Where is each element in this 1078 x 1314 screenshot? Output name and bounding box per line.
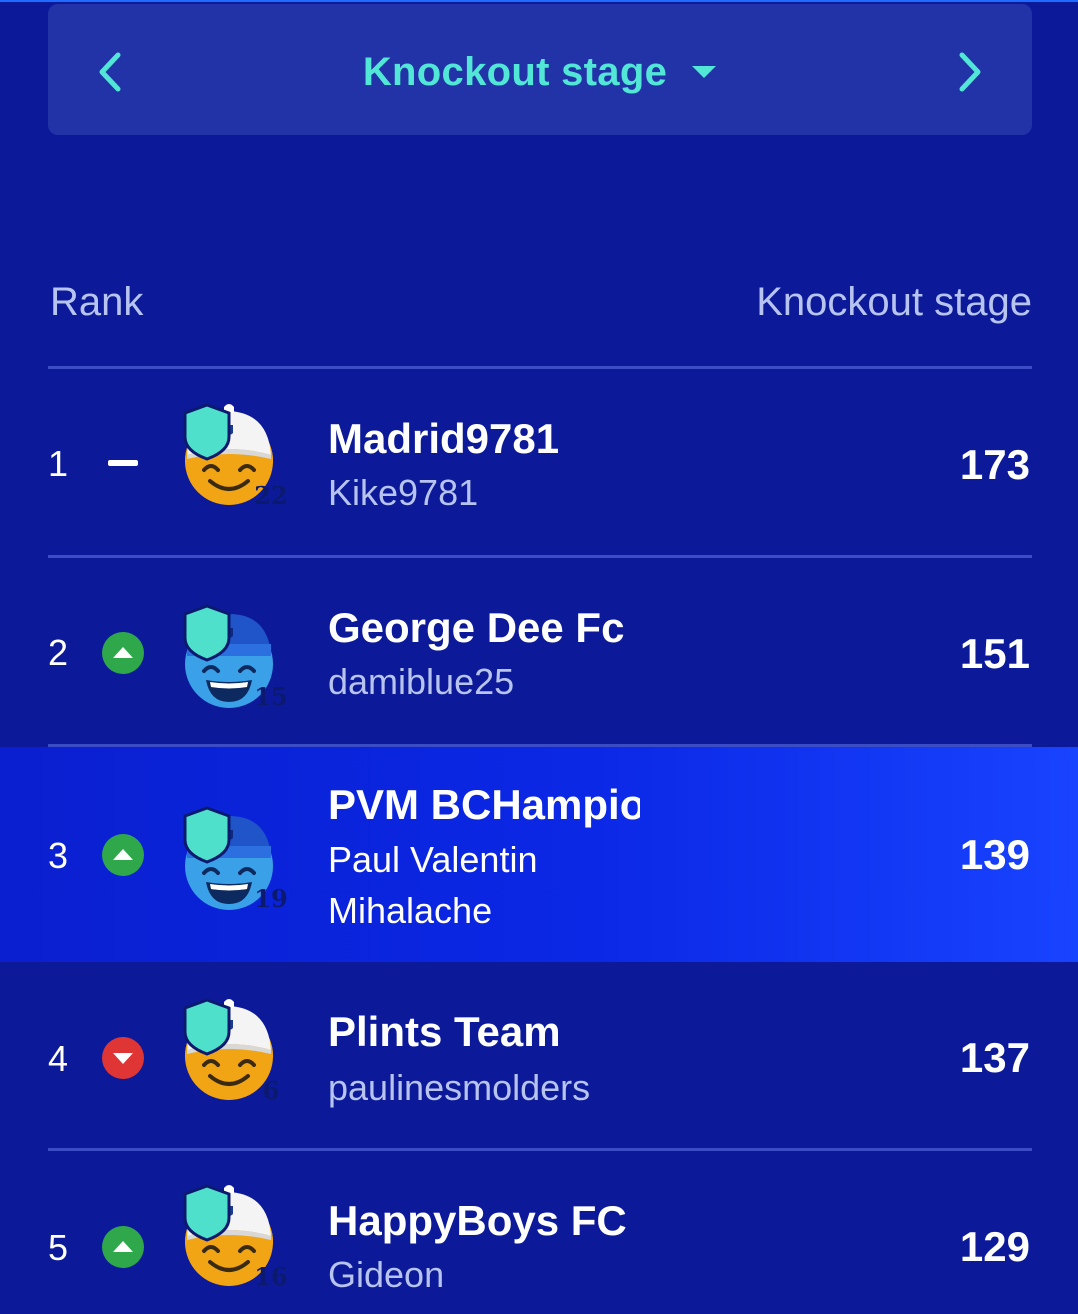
score-value: 139 [959, 831, 1030, 878]
level-badge-icon [182, 403, 232, 461]
rank-column-header: Rank [50, 280, 144, 324]
score-column-header: Knockout stage [756, 280, 1032, 324]
manager-name: Paul Valentin Mihalache [328, 839, 538, 931]
level-number: 19 [254, 884, 288, 913]
yellow-smile-avatar: 22 [182, 403, 302, 533]
score-value: 173 [959, 441, 1030, 488]
score-value: 129 [959, 1223, 1030, 1270]
level-number: 22 [254, 481, 288, 510]
standings-row[interactable]: 4 6 Plints Team paulinesmolders 137 [0, 962, 1078, 1148]
trend-up-icon [102, 1226, 144, 1268]
stage-selector: Knockout stage [48, 4, 1032, 135]
score-value: 137 [959, 1034, 1030, 1081]
score-value: 151 [959, 630, 1030, 677]
rank-number: 2 [48, 632, 69, 673]
rank-number: 3 [48, 835, 69, 876]
standings-row[interactable]: 2 15 George Dee Fc damiblue25 151 [0, 558, 1078, 744]
level-badge-icon [182, 1184, 232, 1242]
team-name: HappyBoys FC [328, 1197, 627, 1244]
team-name: Plints Team [328, 1008, 561, 1055]
manager-name: Gideon [328, 1254, 445, 1295]
next-stage-button[interactable] [950, 47, 990, 97]
yellow-smile-avatar: 16 [182, 1184, 302, 1314]
team-name: PVM BCHampion [328, 781, 640, 828]
manager-name: damiblue25 [328, 661, 515, 702]
standings-row[interactable]: 1 22 Madrid9781 Kike9781 173 [0, 369, 1078, 555]
trend-up-icon [102, 632, 144, 674]
rank-number: 1 [48, 443, 69, 484]
manager-name: Kike9781 [328, 472, 479, 513]
yellow-smile-avatar: 6 [182, 998, 302, 1128]
top-accent-line [0, 0, 1078, 2]
standings-row[interactable]: 5 16 HappyBoys FC Gideon 129 [0, 1151, 1078, 1314]
trend-same-icon [108, 460, 138, 466]
level-number: 16 [254, 1262, 288, 1291]
level-badge-icon [182, 998, 232, 1056]
manager-name: paulinesmolders [328, 1067, 591, 1108]
level-badge-icon [182, 806, 232, 864]
caret-down-icon [692, 66, 717, 78]
stage-dropdown[interactable]: Knockout stage [48, 42, 1032, 102]
team-name: George Dee Fc [328, 604, 625, 651]
rank-number: 5 [48, 1227, 69, 1268]
stage-title: Knockout stage [362, 49, 668, 94]
standings-row-current-user[interactable]: 3 19 PVM BCHampion Paul Valentin Mihalac… [0, 747, 1078, 962]
trend-down-icon [102, 1037, 144, 1079]
team-name: Madrid9781 [328, 415, 560, 462]
blue-grin-avatar: 19 [182, 806, 302, 936]
chevron-right-icon [959, 52, 981, 92]
level-badge-icon [182, 604, 232, 662]
rank-number: 4 [48, 1038, 69, 1079]
trend-up-icon [102, 834, 144, 876]
level-number: 6 [262, 1076, 280, 1105]
blue-grin-avatar: 15 [182, 604, 302, 734]
level-number: 15 [254, 682, 288, 711]
